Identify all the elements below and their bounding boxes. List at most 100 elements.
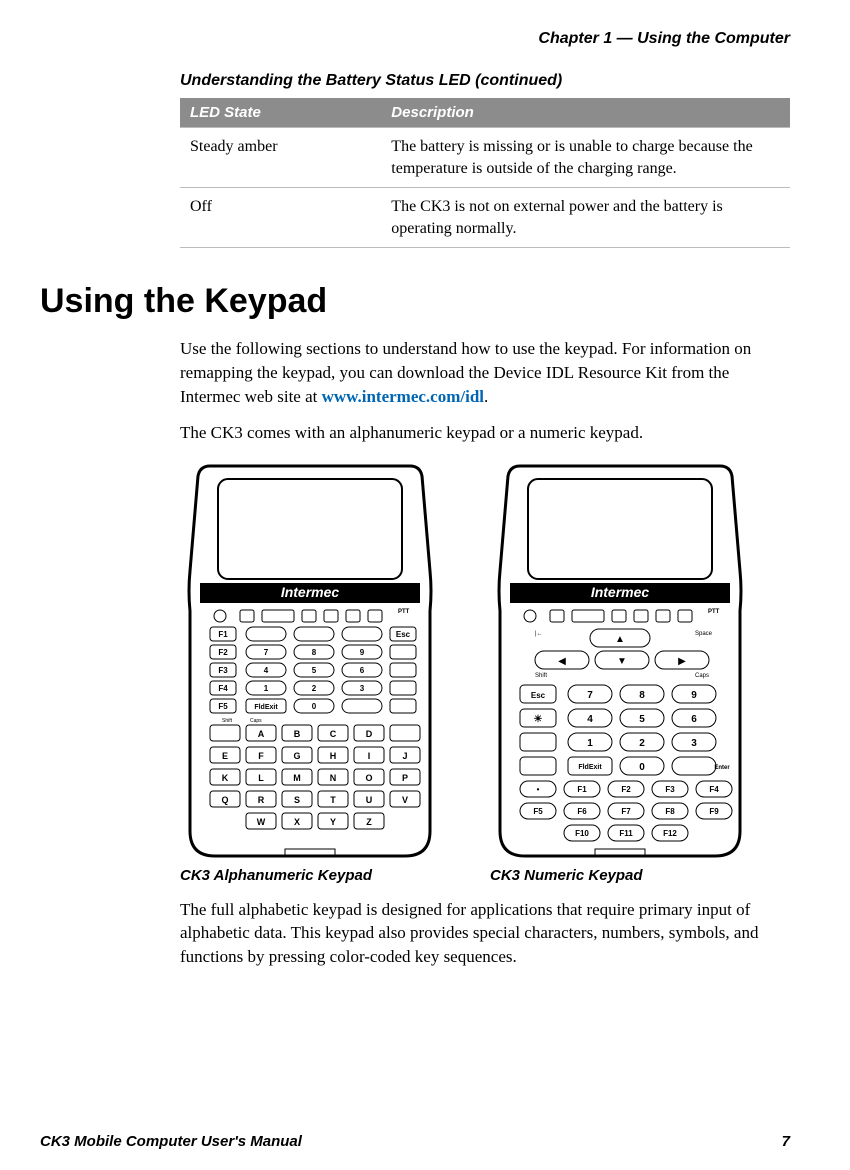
svg-text:Caps: Caps [250, 718, 262, 724]
svg-text:Esc: Esc [531, 691, 546, 700]
svg-text:F3: F3 [218, 666, 228, 675]
th-led-state: LED State [180, 98, 381, 128]
svg-text:F5: F5 [533, 807, 543, 816]
footer-page-number: 7 [782, 1133, 790, 1150]
svg-text:FldExit: FldExit [254, 704, 278, 711]
caption-numeric: CK3 Numeric Keypad [490, 867, 750, 884]
svg-text:J: J [402, 751, 407, 761]
svg-text:0: 0 [312, 702, 317, 711]
svg-text:4: 4 [587, 714, 593, 725]
svg-text:F4: F4 [709, 785, 719, 794]
svg-text:F5: F5 [218, 702, 228, 711]
svg-text:Z: Z [366, 817, 372, 827]
led-table: LED State Description Steady amber The b… [180, 98, 790, 248]
svg-text:F7: F7 [621, 807, 631, 816]
svg-text:F2: F2 [218, 648, 228, 657]
svg-text:C: C [330, 729, 337, 739]
svg-text:Space: Space [695, 631, 713, 637]
keypad-description-paragraph: The full alphabetic keypad is designed f… [180, 898, 790, 969]
svg-text:Q: Q [221, 795, 228, 805]
svg-text:S: S [294, 795, 300, 805]
svg-text:F6: F6 [577, 807, 587, 816]
svg-text:|←: |← [535, 631, 543, 637]
svg-text:V: V [402, 795, 408, 805]
svg-text:T: T [330, 795, 336, 805]
th-description: Description [381, 98, 790, 128]
svg-text:L: L [258, 773, 264, 783]
svg-text:Shift: Shift [535, 673, 547, 679]
svg-text:Esc: Esc [396, 630, 411, 639]
svg-text:Y: Y [330, 817, 336, 827]
svg-text:▶: ▶ [678, 656, 686, 667]
svg-text:F: F [258, 751, 264, 761]
svg-text:M: M [293, 773, 301, 783]
svg-text:9: 9 [691, 690, 697, 701]
svg-text:7: 7 [264, 648, 269, 657]
svg-text:F1: F1 [577, 785, 587, 794]
ck3-numeric-illustration: Intermec PTT [490, 461, 750, 861]
svg-text:G: G [293, 751, 300, 761]
svg-text:Caps: Caps [695, 673, 709, 679]
svg-text:Enter: Enter [714, 765, 730, 771]
cell-led-state: Steady amber [180, 128, 381, 188]
svg-text:5: 5 [312, 666, 317, 675]
svg-text:A: A [258, 729, 265, 739]
svg-text:W: W [257, 817, 266, 827]
svg-text:F12: F12 [663, 829, 677, 838]
footer-manual-title: CK3 Mobile Computer User's Manual [40, 1133, 302, 1150]
svg-text:5: 5 [639, 714, 645, 725]
intro-paragraph: Use the following sections to understand… [180, 337, 790, 408]
svg-text:9: 9 [360, 648, 365, 657]
svg-text:6: 6 [360, 666, 365, 675]
svg-text:F4: F4 [218, 684, 228, 693]
svg-text:6: 6 [691, 714, 697, 725]
svg-text:7: 7 [587, 690, 593, 701]
p1-b: . [484, 387, 488, 406]
svg-text:N: N [330, 773, 337, 783]
ck3-alphanumeric-illustration: Intermec PTT [180, 461, 440, 861]
svg-text:O: O [365, 773, 372, 783]
svg-text:8: 8 [639, 690, 645, 701]
svg-text:☀: ☀ [534, 714, 543, 725]
svg-text:F9: F9 [709, 807, 719, 816]
svg-text:3: 3 [691, 738, 697, 749]
svg-text:◀: ◀ [558, 656, 566, 667]
svg-text:4: 4 [264, 666, 269, 675]
cell-description: The battery is missing or is unable to c… [381, 128, 790, 188]
svg-text:•: • [537, 785, 540, 794]
svg-text:▼: ▼ [617, 656, 627, 667]
brand-label: Intermec [281, 584, 340, 600]
svg-text:K: K [222, 773, 229, 783]
svg-text:3: 3 [360, 684, 365, 693]
svg-text:F1: F1 [218, 630, 228, 639]
svg-text:2: 2 [639, 738, 645, 749]
link-intermec-idl[interactable]: www.intermec.com/idl [322, 387, 484, 406]
svg-text:P: P [402, 773, 408, 783]
keypad-types-paragraph: The CK3 comes with an alphanumeric keypa… [180, 421, 790, 445]
svg-text:0: 0 [639, 762, 645, 773]
svg-text:2: 2 [312, 684, 317, 693]
table-row: Steady amber The battery is missing or i… [180, 128, 790, 188]
svg-text:X: X [294, 817, 300, 827]
svg-text:F10: F10 [575, 829, 589, 838]
table-row: Off The CK3 is not on external power and… [180, 188, 790, 248]
svg-text:F11: F11 [619, 829, 633, 838]
svg-text:R: R [258, 795, 265, 805]
cell-led-state: Off [180, 188, 381, 248]
chapter-header: Chapter 1 — Using the Computer [40, 30, 790, 48]
svg-text:B: B [294, 729, 301, 739]
ptt-label: PTT [398, 609, 410, 615]
svg-text:1: 1 [587, 738, 593, 749]
caption-alpha: CK3 Alphanumeric Keypad [180, 867, 440, 884]
svg-text:F2: F2 [621, 785, 631, 794]
cell-description: The CK3 is not on external power and the… [381, 188, 790, 248]
svg-text:Shift: Shift [222, 718, 233, 724]
brand-label: Intermec [591, 584, 650, 600]
svg-text:1: 1 [264, 684, 269, 693]
section-heading: Using the Keypad [40, 282, 790, 321]
svg-text:H: H [330, 751, 337, 761]
table-title: Understanding the Battery Status LED (co… [180, 72, 790, 90]
svg-text:F8: F8 [665, 807, 675, 816]
svg-text:FldExit: FldExit [578, 764, 602, 771]
svg-text:▲: ▲ [615, 634, 625, 645]
